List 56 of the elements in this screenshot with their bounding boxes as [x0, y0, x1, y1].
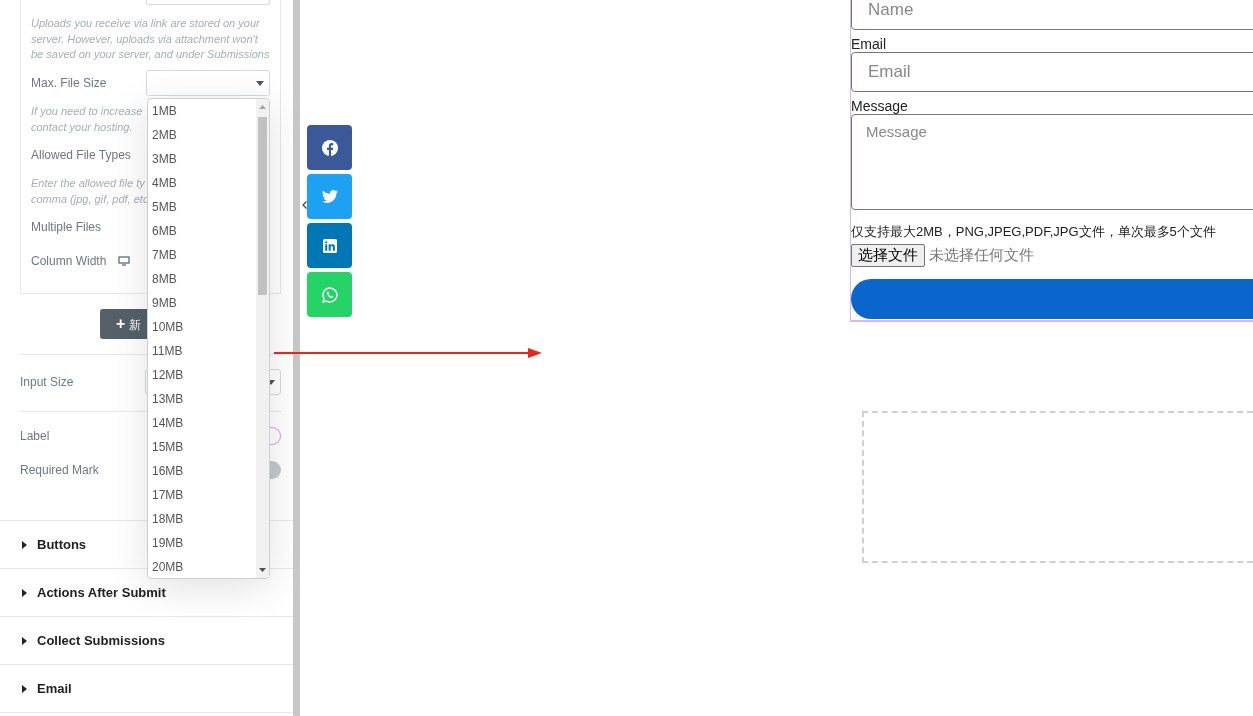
max-file-size-label: Max. File Size — [31, 75, 108, 90]
hint-text: Enter the allowed file ty — [31, 175, 145, 191]
dropdown-option[interactable]: 7MB — [148, 243, 256, 267]
dropdown-option[interactable]: 13MB — [148, 387, 256, 411]
field-label: Email — [851, 36, 887, 52]
label-label: Label — [20, 429, 50, 443]
caret-icon — [22, 588, 27, 597]
allowed-file-types-label: Allowed File Types — [31, 147, 132, 162]
upload-hint: 仅支持最大2MB，PNG,JPEG,PDF,JPG文件，单次最多5个文件 — [851, 223, 1217, 241]
text-field[interactable]: Email — [851, 52, 1253, 92]
dropdown-option[interactable]: 9MB — [148, 291, 256, 315]
chevron-left-icon — [301, 201, 307, 209]
dropdown-option[interactable]: 2MB — [148, 123, 256, 147]
hint-text: If you need to increase — [31, 103, 143, 119]
facebook-icon — [321, 139, 338, 156]
whatsapp-icon — [321, 286, 338, 303]
dropdown-option[interactable]: 14MB — [148, 411, 256, 435]
dropdown-option[interactable]: 6MB — [148, 219, 256, 243]
dropdown-option[interactable]: 1MB — [148, 99, 256, 123]
upload-note: Uploads you receive via link are stored on your server. However, uploads via attachment won't be saved on your server, and under Submissions — [31, 16, 271, 62]
caret-icon — [22, 636, 27, 645]
linkedin-share-button[interactable] — [307, 223, 352, 268]
bird-icon — [321, 190, 338, 203]
choose-file-button[interactable]: 选择文件 — [851, 244, 925, 267]
input-size-label: Input Size — [20, 375, 74, 389]
hint-text: contact your hosting. — [31, 119, 133, 135]
caret-icon — [22, 684, 27, 693]
scroll-down-icon[interactable] — [259, 568, 266, 572]
dropdown-option[interactable]: 19MB — [148, 531, 256, 555]
dropdown-option[interactable]: 8MB — [148, 267, 256, 291]
message-field[interactable]: Message — [851, 114, 1253, 210]
file-status: 未选择任何文件 — [929, 246, 1034, 265]
dropdown-option[interactable]: 5MB — [148, 195, 256, 219]
dropdown-option[interactable]: 15MB — [148, 435, 256, 459]
max-file-size-select[interactable] — [146, 69, 270, 96]
column-width-label: Column Width — [31, 253, 107, 268]
panel-scrollbar[interactable] — [293, 0, 300, 716]
dropdown-option[interactable]: 16MB — [148, 459, 256, 483]
linkedin-icon — [322, 238, 337, 253]
field-label: Message — [851, 98, 909, 114]
required-mark-label: Required Mark — [20, 463, 99, 477]
dropdown-option[interactable]: 17MB — [148, 483, 256, 507]
scroll-up-icon[interactable] — [259, 105, 266, 109]
dropdown-option[interactable]: 11MB — [148, 339, 256, 363]
scrollbar-thumb[interactable] — [258, 117, 267, 295]
twitter-share-button[interactable] — [307, 174, 352, 219]
facebook-share-button[interactable] — [307, 125, 352, 170]
caret-icon — [256, 80, 264, 86]
multiple-files-label: Multiple Files — [31, 219, 103, 234]
dropdown-option[interactable]: 4MB — [148, 171, 256, 195]
monitor-icon[interactable] — [118, 255, 131, 266]
dropdown-option[interactable]: 10MB — [148, 315, 256, 339]
dropdown-option[interactable]: 3MB — [148, 147, 256, 171]
text-field[interactable]: Name — [851, 0, 1253, 30]
caret-icon — [22, 540, 27, 549]
dropdown-option[interactable]: 12MB — [148, 363, 256, 387]
